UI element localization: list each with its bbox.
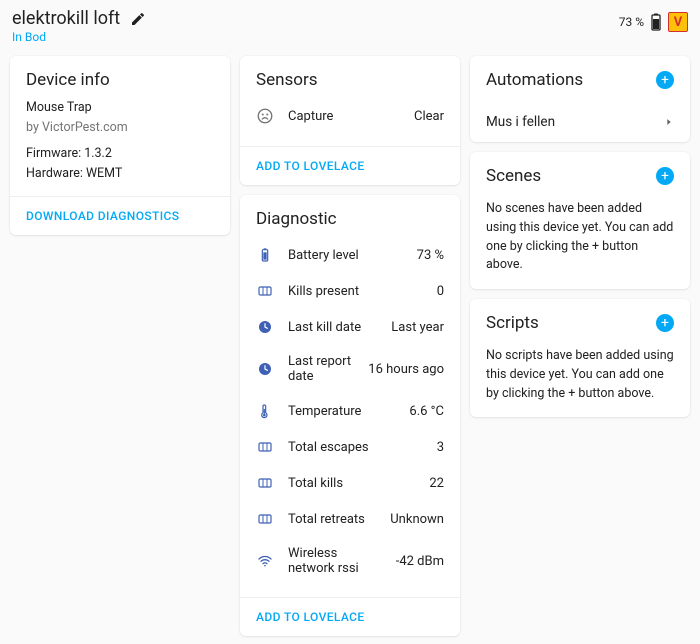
diagnostic-card: Diagnostic Battery level 73 % Kills presen…	[240, 195, 460, 636]
column-1: Device info Mouse Trap by VictorPest.com…	[10, 56, 230, 636]
battery-percent: 73 %	[619, 15, 644, 29]
counter-icon	[256, 282, 274, 300]
diagnostic-row[interactable]: Temperature 6.6 °C	[256, 393, 444, 429]
diagnostic-label: Kills present	[288, 284, 423, 299]
automations-card: Automations + Mus i fellen	[470, 56, 690, 142]
content-columns: Device info Mouse Trap by VictorPest.com…	[0, 48, 700, 644]
diagnostic-label: Temperature	[288, 404, 395, 419]
diagnostic-label: Last report date	[288, 354, 354, 384]
scripts-empty-text: No scripts have been added using this de…	[470, 347, 690, 417]
wifi-icon	[256, 552, 274, 570]
counter-icon	[256, 438, 274, 456]
automation-item[interactable]: Mus i fellen	[470, 102, 690, 142]
diagnostic-row[interactable]: Wireless network rssi -42 dBm	[256, 537, 444, 585]
add-scene-button[interactable]: +	[656, 167, 674, 185]
device-name: elektrokill loft	[12, 8, 120, 29]
diagnostic-row[interactable]: Total kills 22	[256, 465, 444, 501]
diagnostic-label: Last kill date	[288, 320, 377, 335]
scenes-title: Scenes +	[486, 166, 674, 186]
chevron-right-icon	[664, 115, 674, 129]
diagnostic-value: 73 %	[417, 248, 444, 263]
battery-icon	[650, 13, 662, 31]
device-hardware: Hardware: WEMT	[26, 164, 214, 184]
automations-title: Automations +	[486, 70, 674, 90]
diagnostic-value: 22	[429, 476, 444, 491]
diagnostic-value: -42 dBm	[396, 554, 444, 569]
diagnostic-row[interactable]: Last kill date Last year	[256, 309, 444, 345]
sensors-add-lovelace-button[interactable]: ADD TO LOVELACE	[240, 146, 460, 185]
automation-label: Mus i fellen	[486, 114, 555, 130]
page-header: elektrokill loft In Bod 73 % V	[0, 0, 700, 48]
scenes-card: Scenes + No scenes have been added using…	[470, 152, 690, 289]
download-diagnostics-button[interactable]: DOWNLOAD DIAGNOSTICS	[10, 196, 230, 235]
device-firmware: Firmware: 1.3.2	[26, 144, 214, 164]
face-icon	[256, 107, 274, 125]
header-right: 73 % V	[619, 8, 688, 32]
diagnostic-row[interactable]: Last report date 16 hours ago	[256, 345, 444, 393]
diagnostic-row[interactable]: Battery level 73 %	[256, 237, 444, 273]
counter-icon	[256, 474, 274, 492]
column-3: Automations + Mus i fellen Scenes + No s…	[470, 56, 690, 636]
diagnostic-value: Unknown	[390, 512, 444, 527]
diagnostic-row[interactable]: Total retreats Unknown	[256, 501, 444, 537]
battery-icon	[256, 246, 274, 264]
sensors-title: Sensors	[256, 70, 444, 90]
thermo-icon	[256, 402, 274, 420]
diagnostic-title: Diagnostic	[256, 209, 444, 229]
scripts-title-text: Scripts	[486, 313, 539, 333]
device-model: Mouse Trap	[26, 98, 214, 118]
diagnostic-value: 0	[437, 284, 444, 299]
edit-icon[interactable]	[130, 11, 146, 27]
scenes-title-text: Scenes	[486, 166, 541, 186]
brand-logo: V	[668, 12, 688, 32]
automations-title-text: Automations	[486, 70, 583, 90]
diagnostic-label: Total retreats	[288, 512, 376, 527]
add-script-button[interactable]: +	[656, 314, 674, 332]
device-manufacturer: by VictorPest.com	[26, 118, 214, 138]
scripts-title: Scripts +	[486, 313, 674, 333]
diagnostic-value: 6.6 °C	[409, 404, 444, 419]
clock-icon	[256, 360, 274, 378]
diagnostic-value: Last year	[391, 320, 444, 335]
diagnostic-value: 16 hours ago	[368, 362, 444, 377]
header-left: elektrokill loft In Bod	[12, 8, 619, 44]
clock-icon	[256, 318, 274, 336]
location-link[interactable]: In Bod	[12, 30, 619, 44]
diagnostic-add-lovelace-button[interactable]: ADD TO LOVELACE	[240, 597, 460, 636]
column-2: Sensors Capture Clear ADD TO LOVELACE Di…	[240, 56, 460, 636]
sensor-label: Capture	[288, 109, 400, 124]
diagnostic-label: Total escapes	[288, 440, 423, 455]
device-info-title: Device info	[26, 70, 214, 90]
page-title: elektrokill loft	[12, 8, 619, 29]
sensors-card: Sensors Capture Clear ADD TO LOVELACE	[240, 56, 460, 185]
add-automation-button[interactable]: +	[656, 71, 674, 89]
scripts-card: Scripts + No scripts have been added usi…	[470, 299, 690, 417]
diagnostic-label: Total kills	[288, 476, 415, 491]
diagnostic-row[interactable]: Kills present 0	[256, 273, 444, 309]
diagnostic-label: Battery level	[288, 248, 403, 263]
device-info-card: Device info Mouse Trap by VictorPest.com…	[10, 56, 230, 235]
sensor-row-capture[interactable]: Capture Clear	[256, 98, 444, 134]
counter-icon	[256, 510, 274, 528]
diagnostic-label: Wireless network rssi	[288, 546, 382, 576]
diagnostic-value: 3	[437, 440, 444, 455]
scenes-empty-text: No scenes have been added using this dev…	[470, 200, 690, 289]
sensor-value: Clear	[414, 109, 444, 124]
diagnostic-row[interactable]: Total escapes 3	[256, 429, 444, 465]
